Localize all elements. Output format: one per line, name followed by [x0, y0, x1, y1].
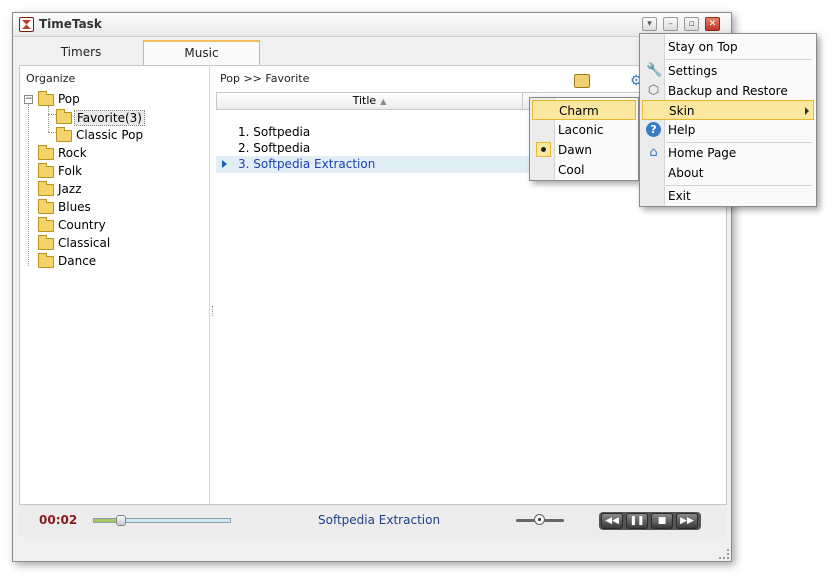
menu-item-label: Dawn: [558, 143, 593, 157]
title-bar[interactable]: TimeTask ▾ – ▫ ✕: [13, 13, 731, 37]
folder-icon: [38, 217, 54, 232]
menu-separator: [666, 59, 812, 60]
menu-item-label: Home Page: [668, 146, 737, 160]
backup-icon: ⬡: [647, 83, 660, 98]
song-title: 1. Softpedia: [238, 125, 311, 139]
organize-label: Organize: [26, 72, 76, 85]
tree-node-label: Country: [58, 218, 106, 232]
tree-node-label: Classical: [58, 236, 111, 250]
volume-thumb[interactable]: [534, 514, 545, 525]
menu-item-label: Laconic: [558, 123, 604, 137]
sort-ascending-icon: ▲: [380, 97, 387, 106]
tree-node-label: Favorite(3): [74, 110, 145, 126]
folder-icon: [38, 163, 54, 178]
tree-node-label: Classic Pop: [76, 128, 144, 142]
tree-node-label: Dance: [58, 254, 97, 268]
seek-slider[interactable]: [93, 515, 231, 526]
folder-icon: [38, 253, 54, 268]
menu-item-charm[interactable]: Charm: [532, 100, 636, 120]
tab-timers[interactable]: Timers: [31, 41, 131, 64]
column-header-label: Title: [352, 94, 377, 107]
folder-icon: [38, 181, 54, 196]
wrench-icon: 🔧: [646, 63, 663, 78]
radio-checked-icon: [536, 142, 551, 157]
tree-node-label: Blues: [58, 200, 91, 214]
folder-icon: [56, 109, 72, 124]
volume-slider[interactable]: [516, 514, 564, 525]
menu-item-backup-restore[interactable]: ⬡ Backup and Restore: [642, 81, 814, 101]
app-icon: [19, 17, 34, 32]
tree-guide-line: [48, 132, 56, 133]
menu-item-about[interactable]: About: [642, 163, 814, 183]
help-icon: ?: [646, 122, 661, 137]
find-folder-icon[interactable]: [574, 74, 590, 88]
maximize-button[interactable]: ▫: [684, 17, 699, 31]
close-button[interactable]: ✕: [705, 17, 720, 31]
menu-item-help[interactable]: ? Help: [642, 120, 814, 140]
tree-node-label: Rock: [58, 146, 87, 160]
window-title: TimeTask: [39, 17, 102, 31]
folder-icon: [56, 127, 72, 142]
menu-item-label: Settings: [668, 64, 718, 78]
player-bar: 00:02 Softpedia Extraction ◀◀ ❚❚ ■ ▶▶: [19, 505, 727, 537]
folder-icon: [38, 145, 54, 160]
submenu-arrow-icon: [805, 107, 809, 115]
menu-item-exit[interactable]: Exit: [642, 186, 814, 206]
menu-item-label: Exit: [668, 189, 691, 203]
current-track: Softpedia Extraction: [318, 513, 441, 527]
menu-item-stay-on-top[interactable]: Stay on Top: [642, 37, 814, 57]
folder-icon: [38, 235, 54, 250]
rewind-icon[interactable]: ◀◀: [601, 513, 623, 529]
organize-panel: Organize − Pop Favorite(3) Classic Pop R…: [20, 66, 210, 504]
now-playing-icon: [222, 160, 227, 168]
menu-item-skin[interactable]: Skin: [642, 100, 814, 120]
menu-item-label: Help: [668, 123, 696, 137]
home-icon: ⌂: [649, 145, 658, 160]
menu-item-label: Charm: [559, 104, 599, 118]
fast-forward-icon[interactable]: ▶▶: [676, 513, 698, 529]
resize-grip[interactable]: [719, 549, 729, 559]
song-title: 2. Softpedia: [238, 141, 311, 155]
tab-music[interactable]: Music: [143, 40, 260, 66]
menu-item-label: Cool: [558, 163, 585, 177]
elapsed-time: 00:02: [39, 513, 78, 527]
timetask-window: TimeTask ▾ – ▫ ✕ Timers Music Organize −…: [12, 12, 732, 562]
tree-node-label: Jazz: [58, 182, 82, 196]
menu-item-home-page[interactable]: ⌂ Home Page: [642, 143, 814, 163]
tree-guide-line: [48, 114, 56, 115]
collapse-icon[interactable]: −: [24, 95, 33, 104]
minimize-button[interactable]: –: [663, 17, 678, 31]
tree-guide-line: [28, 104, 29, 266]
menu-item-label: Backup and Restore: [668, 84, 788, 98]
menu-item-label: Skin: [669, 104, 695, 118]
column-header-title[interactable]: Title ▲: [217, 93, 523, 109]
breadcrumb: Pop >> Favorite: [220, 72, 310, 85]
menu-dropdown-button[interactable]: ▾: [642, 17, 657, 31]
menu-item-settings[interactable]: 🔧 Settings: [642, 61, 814, 81]
pause-icon[interactable]: ❚❚: [626, 513, 648, 529]
menu-item-label: Stay on Top: [668, 40, 738, 54]
folder-icon: [38, 199, 54, 214]
tree-node-label: Folk: [58, 164, 83, 178]
main-menu: Stay on Top 🔧 Settings ⬡ Backup and Rest…: [639, 33, 817, 207]
song-title: 3. Softpedia Extraction: [238, 157, 376, 171]
menu-item-cool[interactable]: Cool: [532, 160, 636, 180]
menu-item-laconic[interactable]: Laconic: [532, 120, 636, 140]
tree-guide-line: [48, 106, 49, 132]
folder-icon: [38, 91, 54, 106]
skin-submenu: Charm Laconic Dawn Cool: [529, 97, 639, 181]
stop-icon[interactable]: ■: [651, 513, 673, 529]
playback-controls: ◀◀ ❚❚ ■ ▶▶: [599, 512, 701, 530]
seek-thumb[interactable]: [116, 515, 127, 526]
menu-item-dawn[interactable]: Dawn: [532, 140, 636, 160]
menu-item-label: About: [668, 166, 704, 180]
tree-node-label: Pop: [58, 92, 80, 106]
